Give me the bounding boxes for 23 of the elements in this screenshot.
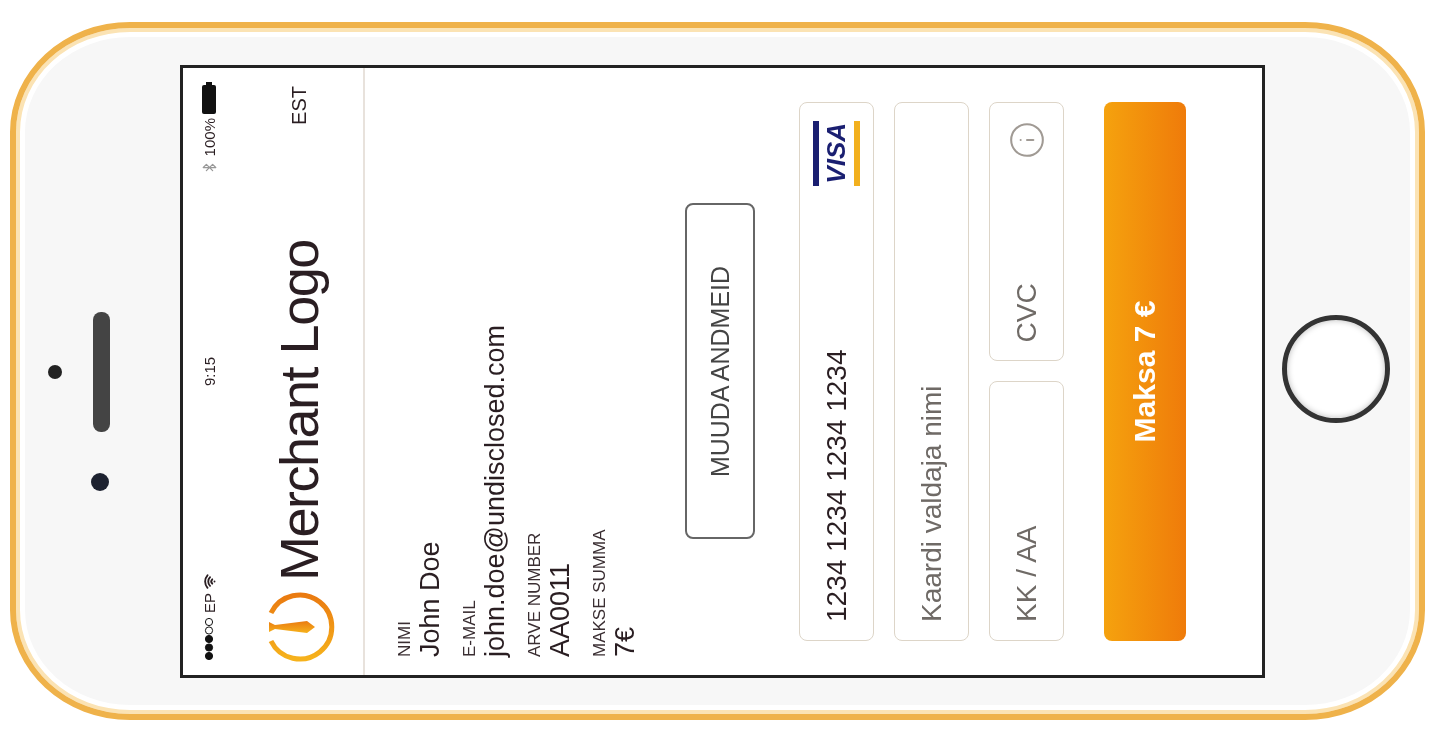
card-brand-logo: VISA — [813, 121, 860, 186]
detail-label: E-MAIL — [460, 599, 480, 657]
detail-label: ARVE NUMBER — [525, 531, 545, 657]
edit-details-button[interactable]: MUUDA ANDMEID — [685, 203, 755, 540]
merchant-logo-text: Merchant Logo — [268, 240, 330, 581]
cardholder-name-input[interactable]: Kaardi valdaja nimi — [909, 121, 954, 622]
card-number-field[interactable]: 1234 1234 1234 1234 VISA — [799, 102, 874, 641]
carrier-name: EP — [200, 593, 218, 613]
detail-value: AA0011 — [545, 561, 576, 657]
detail-value: john.doe@undisclosed.com — [480, 323, 511, 657]
language-code: EST — [287, 86, 311, 125]
battery-percent: 100% — [200, 118, 218, 157]
detail-value: 7€ — [610, 625, 641, 657]
cvc-input[interactable]: CVC — [1004, 159, 1049, 343]
cardholder-name-field[interactable]: Kaardi valdaja nimi — [894, 102, 969, 641]
status-time: 9:15 — [200, 356, 218, 387]
detail-value: John Doe — [415, 540, 446, 657]
expiry-input[interactable]: KK / AA — [1004, 400, 1049, 622]
detail-label: NIMI — [395, 620, 415, 657]
cvc-field[interactable]: CVC — [989, 102, 1064, 362]
detail-label: MAKSE SUMMA — [590, 528, 610, 657]
card-number-input[interactable]: 1234 1234 1234 1234 — [814, 185, 859, 622]
expiry-field[interactable]: KK / AA — [989, 381, 1064, 641]
